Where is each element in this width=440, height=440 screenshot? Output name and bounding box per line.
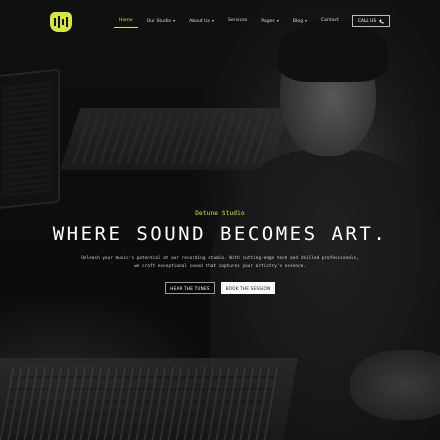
call-us-label: CALL US (357, 18, 377, 24)
chevron-down-icon: ▾ (305, 18, 308, 23)
nav-item-label: Blog (292, 19, 303, 24)
hero-description: Unleash your music's potential at our re… (70, 255, 370, 271)
hero-cta-group: HEAR THE TUNES BOOK THE SESSION (0, 282, 440, 294)
nav-item-label: Contact (321, 18, 339, 23)
book-the-session-button[interactable]: BOOK THE SESSION (221, 282, 275, 294)
hear-the-tunes-button[interactable]: HEAR THE TUNES (165, 282, 215, 294)
headphones-logo-icon (50, 12, 72, 32)
nav-item-contact[interactable]: Contact (314, 15, 346, 27)
call-us-button[interactable]: CALL US (352, 15, 390, 27)
nav-item-about-us[interactable]: About Us ▾ (182, 15, 221, 27)
nav-item-label: About Us (189, 19, 210, 24)
logo-link[interactable] (49, 11, 73, 33)
hero-eyebrow: Detune Studio (195, 210, 245, 217)
nav-item-services[interactable]: Services (221, 15, 254, 27)
site-header: Home Our Studio ▾ About Us ▾ Services Page… (0, 0, 440, 40)
hero-headline: WHERE SOUND BECOMES ART. (52, 223, 388, 245)
hero-description-line: we craft exceptional sound that captures… (134, 264, 306, 269)
chevron-down-icon: ▾ (211, 18, 214, 23)
nav-item-label: Services (227, 18, 248, 23)
nav-item-blog[interactable]: Blog ▾ (286, 15, 314, 27)
nav-item-our-studio[interactable]: Our Studio ▾ (140, 15, 183, 27)
nav-item-label: Our Studio (146, 19, 172, 24)
nav-item-home[interactable]: Home (112, 15, 140, 28)
chevron-down-icon: ▾ (276, 18, 279, 23)
main-nav: Home Our Studio ▾ About Us ▾ Services Page… (112, 15, 346, 28)
nav-item-label: Pages (261, 19, 275, 24)
nav-item-pages[interactable]: Pages ▾ (254, 15, 286, 27)
hero-content: Detune Studio WHERE SOUND BECOMES ART. U… (0, 210, 440, 294)
hero-description-line: Unleash your music's potential at our re… (81, 256, 359, 261)
hero-section: Home Our Studio ▾ About Us ▾ Services Page… (0, 0, 440, 440)
phone-icon (379, 19, 384, 24)
chevron-down-icon: ▾ (173, 18, 176, 23)
nav-item-label: Home (119, 18, 133, 23)
